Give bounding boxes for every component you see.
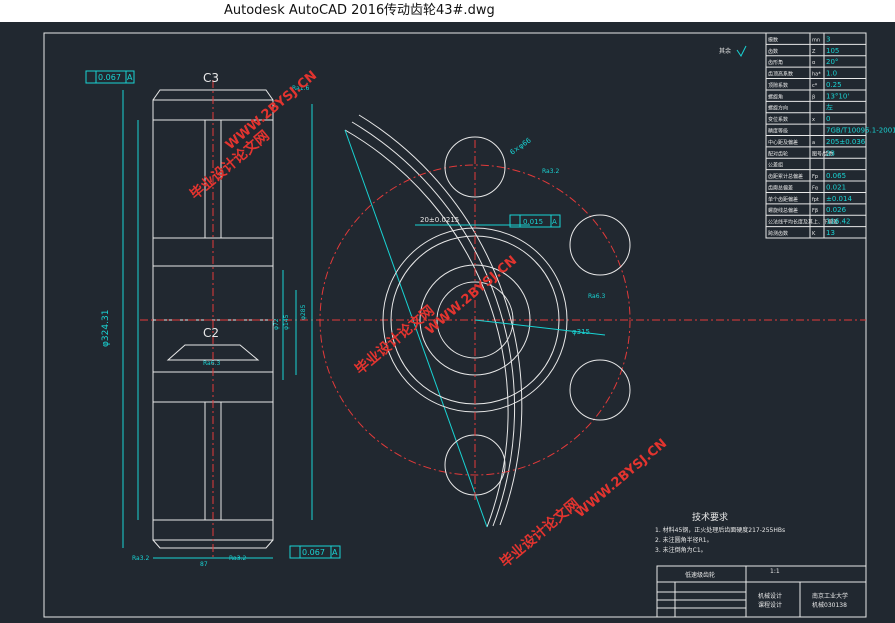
param-name: 齿数 — [768, 48, 778, 55]
course: 课程设计 — [758, 601, 782, 609]
gear-face-view: 20±0.0215 0.015 A 6×φ66 Ra3.2 Ra6.3 φ315 — [319, 114, 631, 528]
param-sym: x — [812, 117, 815, 123]
param-val: 205±0.036 — [826, 138, 866, 146]
tech-line-3: 3. 未注倒角为C1。 — [655, 546, 707, 554]
param-sym: Fp — [812, 174, 818, 180]
param-sym: fpt — [812, 197, 819, 203]
dia-pitch: φ315 — [572, 328, 590, 336]
param-val: 13°10' — [826, 92, 849, 100]
tech-line-2: 2. 未注圆角半径R1。 — [655, 536, 713, 544]
tech-requirements: 技术要求 1. 材料45钢，正火处理后齿面硬度217-255HBs 2. 未注圆… — [655, 511, 785, 554]
param-val: 13 — [826, 229, 835, 237]
param-sym: a — [812, 140, 815, 146]
rough-br: Ra3.2 — [229, 555, 246, 562]
param-val: 20° — [826, 58, 838, 66]
datum-bottom: A — [332, 548, 338, 557]
school: 南京工业大学 — [812, 592, 848, 600]
param-val: ±0.014 — [826, 195, 852, 203]
param-sym: Z — [812, 49, 816, 55]
param-sym: β — [812, 94, 815, 100]
param-val: 23 — [826, 149, 835, 157]
param-name: 齿距累计总偏差 — [768, 173, 803, 180]
param-name: 跨测齿数 — [768, 230, 788, 237]
param-name: 中心距及偏差 — [768, 139, 798, 146]
dia-right: φ285 — [300, 304, 307, 320]
param-val: 左 — [826, 103, 833, 112]
rough-bl: Ra3.2 — [132, 555, 149, 562]
param-val: 105 — [826, 47, 839, 55]
scale: 1:1 — [770, 568, 780, 575]
param-name: 配对齿轮 — [768, 150, 788, 157]
dia-mid: φ145 — [283, 314, 290, 330]
window-titlebar: Autodesk AutoCAD 2016 传动齿轮43#.dwg — [0, 0, 895, 22]
keyway-dim: 20±0.0215 — [420, 216, 459, 224]
watermark-cn: 毕业设计论文网 — [497, 495, 583, 571]
param-name: 齿顶高系数 — [768, 71, 793, 78]
rough-mid: Ra6.3 — [203, 360, 220, 367]
hole-label: 6×φ66 — [509, 136, 534, 157]
part-name: 低速级齿轮 — [685, 571, 715, 579]
drawing-svg: 低速级齿轮 1:1 机械设计 课程设计 南京工业大学 机械030138 模数 mn… — [43, 32, 895, 618]
param-sym: Fα — [812, 185, 819, 191]
param-val: 1.0 — [826, 70, 837, 78]
else-rough-label: 其余 — [719, 47, 731, 55]
param-val: 0.065 — [826, 172, 846, 180]
param-name: 顶隙系数 — [768, 82, 788, 89]
lightening-hole — [569, 214, 631, 276]
param-name: 齿廓总偏差 — [768, 184, 793, 191]
param-val: 0.25 — [826, 81, 842, 89]
gear-section-view: φ324.31 φ285 φ145 φ72 87 C3 C2 Ra1.6 Ra6… — [85, 70, 866, 568]
chamfer-top: C3 — [203, 71, 219, 85]
param-val: 116.42 — [826, 218, 851, 226]
watermark-site: WWW.2BYSJ.CN — [423, 253, 520, 338]
param-sym: Fβ — [812, 208, 818, 214]
dia-outer: φ324.31 — [101, 310, 111, 347]
param-val: 7GB/T10095.1-2001 — [826, 127, 895, 135]
tech-line-1: 1. 材料45钢，正火处理后齿面硬度217-255HBs — [655, 526, 785, 534]
param-val: 0 — [826, 115, 830, 123]
width-dim: 87 — [200, 561, 208, 568]
param-name: 螺旋角 — [768, 93, 783, 100]
param-name: 单个齿距偏差 — [768, 196, 798, 203]
designer: 机械设计 — [758, 592, 782, 600]
param-name: 模数 — [768, 36, 778, 43]
tech-title: 技术要求 — [692, 511, 728, 523]
watermark-site: WWW.2BYSJ.CN — [573, 436, 670, 521]
rough-a: Ra3.2 — [542, 168, 559, 175]
param-sym: c* — [812, 83, 818, 89]
sym-tol: 0.015 — [523, 218, 543, 226]
sym-datum: A — [552, 218, 557, 226]
roughness-symbol-icon — [736, 45, 747, 57]
param-name: 螺旋方向 — [768, 105, 788, 112]
param-sym: mn — [812, 37, 820, 43]
watermark-cn: 毕业设计论文网 — [352, 302, 438, 378]
param-val: 0.021 — [826, 183, 846, 191]
param-name: 精度等级 — [768, 128, 788, 135]
file-title: 传动齿轮43#.dwg — [384, 3, 495, 18]
chamfer-mid: C2 — [203, 326, 219, 340]
param-val: 3 — [826, 35, 830, 43]
param-name: 螺旋线总偏差 — [768, 207, 798, 214]
param-name: 变位系数 — [768, 116, 788, 123]
param-sym: K — [812, 231, 816, 237]
drawing-canvas[interactable]: 低速级齿轮 1:1 机械设计 课程设计 南京工业大学 机械030138 模数 mn… — [0, 22, 895, 623]
param-sym: α — [812, 60, 816, 66]
rough-b: Ra6.3 — [588, 293, 605, 300]
param-name: 齿形角 — [768, 59, 783, 66]
dia-small: φ72 — [273, 318, 280, 330]
parameter-table: 模数 mn 3 齿数 Z 105 齿形角 α 20° 齿顶高系数 ha* 1.0 顶隙系数 c* 0.25 螺… — [765, 32, 895, 239]
runout-bottom: 0.067 — [302, 548, 325, 557]
param-val: 0.026 — [826, 206, 847, 214]
param-sym: ha* — [812, 72, 821, 78]
app-title: Autodesk AutoCAD 2016 — [224, 3, 385, 18]
datum-top: A — [127, 73, 133, 82]
param-name: 公差组 — [768, 162, 783, 169]
class-name: 机械030138 — [812, 601, 847, 609]
runout-top: 0.067 — [98, 73, 121, 82]
